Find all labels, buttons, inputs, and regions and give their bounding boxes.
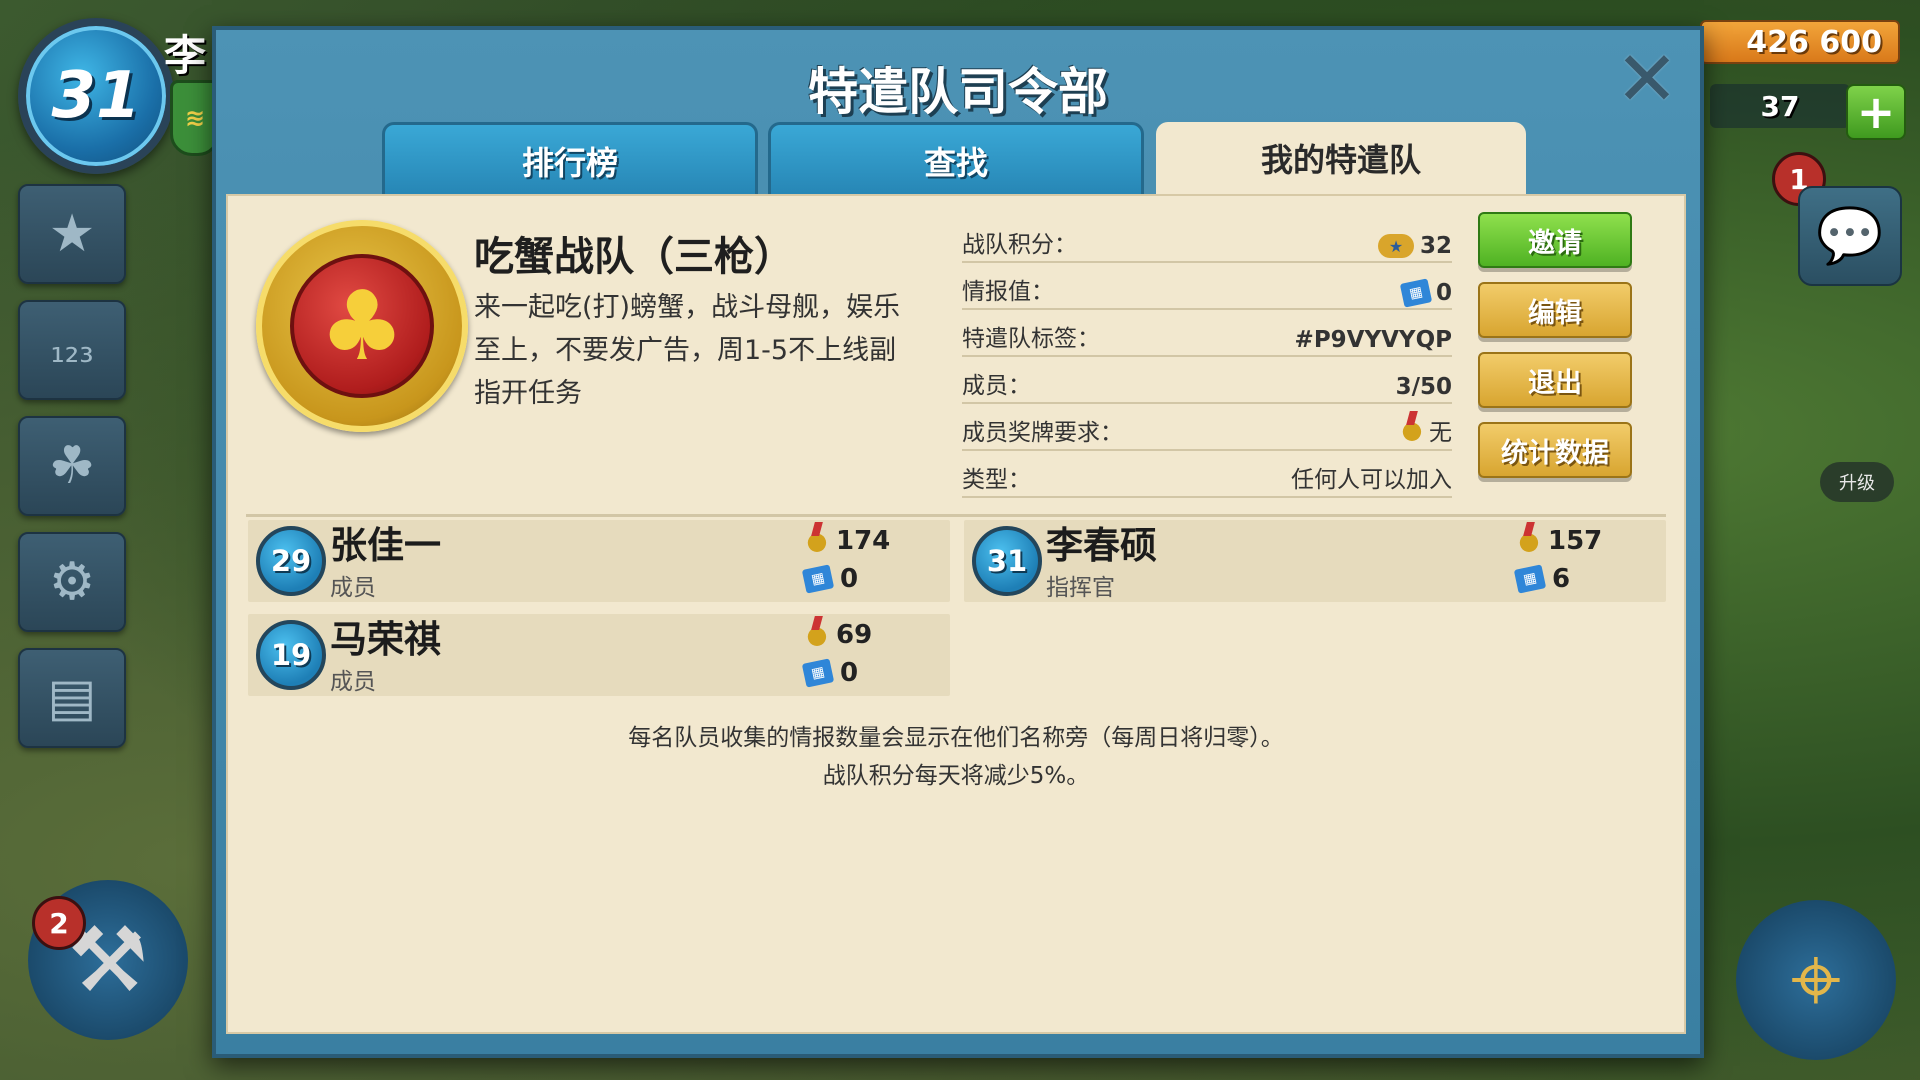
divider <box>246 514 1666 517</box>
task-force-hq-dialog: 特遣队司令部 ✕ 排行榜 查找 我的特遣队 ♣ 吃蟹战队（三枪） 来一起吃(打)… <box>212 26 1704 1058</box>
leave-button[interactable]: 退出 <box>1478 352 1632 408</box>
star-icon: ★ <box>48 204 96 264</box>
medal-icon: ● <box>806 621 828 649</box>
gear-icon: ⚙ <box>48 552 96 612</box>
member-level: 19 <box>256 620 326 690</box>
news-button[interactable]: ▤ <box>18 648 126 748</box>
statistics-button[interactable]: 统计数据 <box>1478 422 1632 478</box>
settings-button[interactable]: ⚙ <box>18 532 126 632</box>
club-icon: ♣ <box>290 254 434 398</box>
squad-emblem: ♣ <box>256 220 468 432</box>
intel-icon: ▦ <box>801 658 835 688</box>
gold-counter: 426 600 <box>1700 20 1900 64</box>
medal-icon: ● <box>806 527 828 555</box>
invite-button[interactable]: 邀请 <box>1478 212 1632 268</box>
build-count-badge: 2 <box>32 896 86 950</box>
player-level: 31 <box>51 59 141 133</box>
member-medals: ● 69 <box>806 620 873 650</box>
plus-icon: + <box>1856 85 1896 139</box>
podium-icon: ₁₂₃ <box>50 329 94 371</box>
add-diamonds-button[interactable]: + <box>1846 84 1906 140</box>
intel-icon: ▦ <box>1513 564 1547 594</box>
compass-icon: ⌖ <box>1790 927 1842 1032</box>
member-name: 张佳一 <box>330 524 441 567</box>
member-role: 指挥官 <box>1046 575 1115 601</box>
squad-description: 来一起吃(打)螃蟹，战斗母舰，娱乐至上，不要发广告，周1-5不上线副指开任务 <box>474 292 901 409</box>
member-medals: ● 157 <box>1518 526 1603 556</box>
achievements-star-button[interactable]: ★ <box>18 184 126 284</box>
points-decay-footnote: 战队积分每天将减少5%。 <box>822 763 1090 789</box>
tab-search[interactable]: 查找 <box>768 122 1144 197</box>
tab-my-task-force[interactable]: 我的特遣队 <box>1156 122 1526 194</box>
stat-type: 类型： 任何人可以加入 <box>962 451 1452 498</box>
diamond-counter: 37 <box>1710 84 1850 128</box>
member-intel: ▦ 0 <box>801 658 858 688</box>
close-icon: ✕ <box>1615 34 1679 123</box>
stat-intel: 情报值： ▦ 0 <box>962 263 1452 310</box>
member-level: 29 <box>256 526 326 596</box>
player-name: 李 <box>164 31 207 80</box>
member-row[interactable]: 19 马荣祺 成员 ● 69 ▦ 0 <box>248 614 950 696</box>
stat-tag: 特遣队标签： #P9VYVYQP <box>962 310 1452 357</box>
group-icon: ☘ <box>48 436 96 496</box>
intel-footnote: 每名队员收集的情报数量会显示在他们名称旁（每周日将归零）。 <box>628 725 1284 751</box>
stat-squad-points: 战队积分： ★ 32 <box>962 216 1452 263</box>
member-medals: ● 174 <box>806 526 891 556</box>
task-force-button[interactable]: ☘ <box>18 416 126 516</box>
member-row[interactable]: 31 李春硕 指挥官 ● 157 ▦ 6 <box>964 520 1666 602</box>
my-task-force-panel: ♣ 吃蟹战队（三枪） 来一起吃(打)螃蟹，战斗母舰，娱乐至上，不要发广告，周1-… <box>226 194 1686 1034</box>
medal-icon: ● <box>1518 527 1540 555</box>
squad-points-icon: ★ <box>1377 234 1414 258</box>
chat-bubble-icon: 💬 <box>1816 204 1884 267</box>
stat-members: 成员： 3/50 <box>962 357 1452 404</box>
member-role: 成员 <box>330 669 376 695</box>
tab-leaderboard[interactable]: 排行榜 <box>382 122 758 197</box>
map-compass-button[interactable]: ⌖ <box>1736 900 1896 1060</box>
member-intel: ▦ 0 <box>801 564 858 594</box>
member-row[interactable]: 29 张佳一 成员 ● 174 ▦ 0 <box>248 520 950 602</box>
member-name: 马荣祺 <box>330 618 441 661</box>
close-button[interactable]: ✕ <box>1612 34 1682 123</box>
dialog-title: 特遣队司令部 <box>808 63 1108 121</box>
intel-icon: ▦ <box>801 564 835 594</box>
member-intel: ▦ 6 <box>1513 564 1570 594</box>
stat-medal-requirement: 成员奖牌要求： ● 无 <box>962 404 1452 451</box>
squad-stats: 战队积分： ★ 32 情报值： ▦ 0 特遣队标签： #P9VYVYQP 成员：… <box>962 216 1452 498</box>
upgrade-label[interactable]: 升级 <box>1820 462 1894 502</box>
medal-icon: ● <box>1401 416 1423 444</box>
player-level-badge[interactable]: 31 <box>18 18 174 174</box>
squad-name: 吃蟹战队（三枪） <box>474 234 794 280</box>
leaderboard-button[interactable]: ₁₂₃ <box>18 300 126 400</box>
member-level: 31 <box>972 526 1042 596</box>
chat-button[interactable]: 💬 <box>1798 186 1902 286</box>
intel-icon: ▦ <box>1399 278 1433 308</box>
newspaper-icon: ▤ <box>47 668 97 728</box>
edit-button[interactable]: 编辑 <box>1478 282 1632 338</box>
member-role: 成员 <box>330 575 376 601</box>
member-name: 李春硕 <box>1046 524 1157 567</box>
